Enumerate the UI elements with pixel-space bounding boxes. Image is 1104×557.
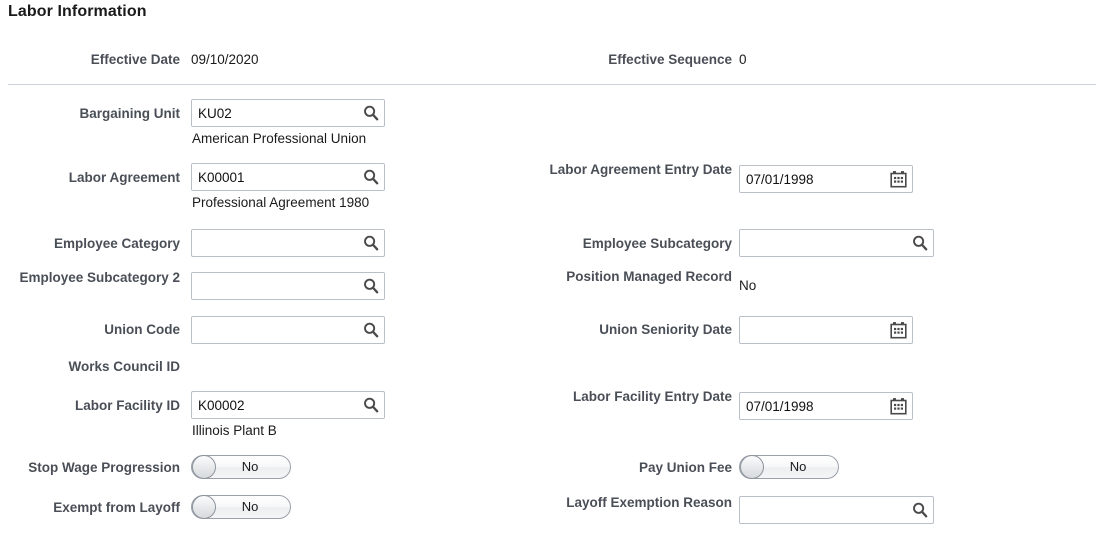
employee-subcategory-2-field[interactable] — [191, 272, 385, 300]
position-managed-record-value: No — [739, 278, 757, 293]
pay-union-fee-label: Pay Union Fee — [638, 460, 732, 475]
labor-agreement-input[interactable] — [192, 164, 384, 190]
pay-union-fee-toggle[interactable]: No — [739, 455, 839, 479]
effective-sequence-label: Effective Sequence — [608, 52, 732, 67]
union-seniority-date-label: Union Seniority Date — [599, 322, 732, 337]
union-seniority-date-field[interactable] — [739, 316, 913, 344]
bargaining-unit-description: American Professional Union — [192, 131, 367, 146]
position-managed-record-label: Position Managed Record — [566, 269, 732, 284]
bargaining-unit-label: Bargaining Unit — [79, 106, 181, 121]
union-code-label: Union Code — [104, 322, 180, 337]
employee-subcategory-2-label: Employee Subcategory 2 — [19, 270, 180, 285]
effective-date-value: 09/10/2020 — [191, 52, 259, 67]
labor-facility-id-input[interactable] — [192, 392, 384, 418]
calendar-icon[interactable] — [890, 171, 907, 188]
labor-agreement-entry-date-field[interactable] — [739, 165, 913, 193]
stop-wage-progression-toggle[interactable]: No — [191, 455, 291, 479]
employee-subcategory-field[interactable] — [739, 229, 934, 257]
effective-date-label: Effective Date — [90, 52, 180, 67]
toggle-knob — [192, 455, 216, 479]
labor-facility-entry-date-input[interactable] — [740, 393, 912, 419]
union-code-field[interactable] — [191, 316, 385, 344]
labor-facility-entry-date-field[interactable] — [739, 392, 913, 420]
labor-agreement-entry-date-label: Labor Agreement Entry Date — [549, 162, 732, 177]
exempt-from-layoff-value: No — [241, 499, 259, 514]
layoff-exemption-reason-field[interactable] — [739, 496, 934, 524]
employee-subcategory-2-input[interactable] — [192, 273, 384, 299]
employee-subcategory-input[interactable] — [740, 230, 933, 256]
employee-category-field[interactable] — [191, 229, 385, 257]
exempt-from-layoff-label: Exempt from Layoff — [53, 500, 180, 515]
calendar-icon[interactable] — [890, 398, 907, 415]
search-icon[interactable] — [362, 104, 380, 122]
labor-information-page: Labor Information Effective Date 09/10/2… — [0, 0, 1104, 557]
stop-wage-progression-value: No — [241, 459, 259, 474]
employee-category-input[interactable] — [192, 230, 384, 256]
labor-facility-id-description: Illinois Plant B — [192, 423, 277, 438]
labor-agreement-label: Labor Agreement — [68, 170, 180, 185]
toggle-knob — [192, 495, 216, 519]
bargaining-unit-field[interactable] — [191, 99, 385, 127]
union-code-input[interactable] — [192, 317, 384, 343]
labor-facility-id-field[interactable] — [191, 391, 385, 419]
toggle-knob — [740, 455, 764, 479]
labor-facility-entry-date-label: Labor Facility Entry Date — [572, 389, 732, 404]
section-divider — [8, 84, 1096, 85]
employee-subcategory-label: Employee Subcategory — [582, 236, 732, 251]
search-icon[interactable] — [362, 321, 380, 339]
union-seniority-date-input[interactable] — [740, 317, 912, 343]
exempt-from-layoff-toggle[interactable]: No — [191, 495, 291, 519]
search-icon[interactable] — [362, 396, 380, 414]
employee-category-label: Employee Category — [53, 236, 180, 251]
effective-sequence-value: 0 — [739, 52, 747, 67]
search-icon[interactable] — [362, 168, 380, 186]
layoff-exemption-reason-input[interactable] — [740, 497, 933, 523]
bargaining-unit-input[interactable] — [192, 100, 384, 126]
labor-facility-id-label: Labor Facility ID — [74, 398, 180, 413]
labor-agreement-field[interactable] — [191, 163, 385, 191]
layoff-exemption-reason-label: Layoff Exemption Reason — [566, 495, 732, 510]
labor-agreement-entry-date-input[interactable] — [740, 166, 912, 192]
pay-union-fee-value: No — [789, 459, 807, 474]
search-icon[interactable] — [911, 501, 929, 519]
stop-wage-progression-label: Stop Wage Progression — [28, 460, 180, 475]
search-icon[interactable] — [362, 234, 380, 252]
calendar-icon[interactable] — [890, 322, 907, 339]
search-icon[interactable] — [362, 277, 380, 295]
works-council-id-label: Works Council ID — [68, 359, 180, 374]
search-icon[interactable] — [911, 234, 929, 252]
labor-agreement-description: Professional Agreement 1980 — [192, 195, 370, 210]
page-title: Labor Information — [8, 3, 147, 20]
